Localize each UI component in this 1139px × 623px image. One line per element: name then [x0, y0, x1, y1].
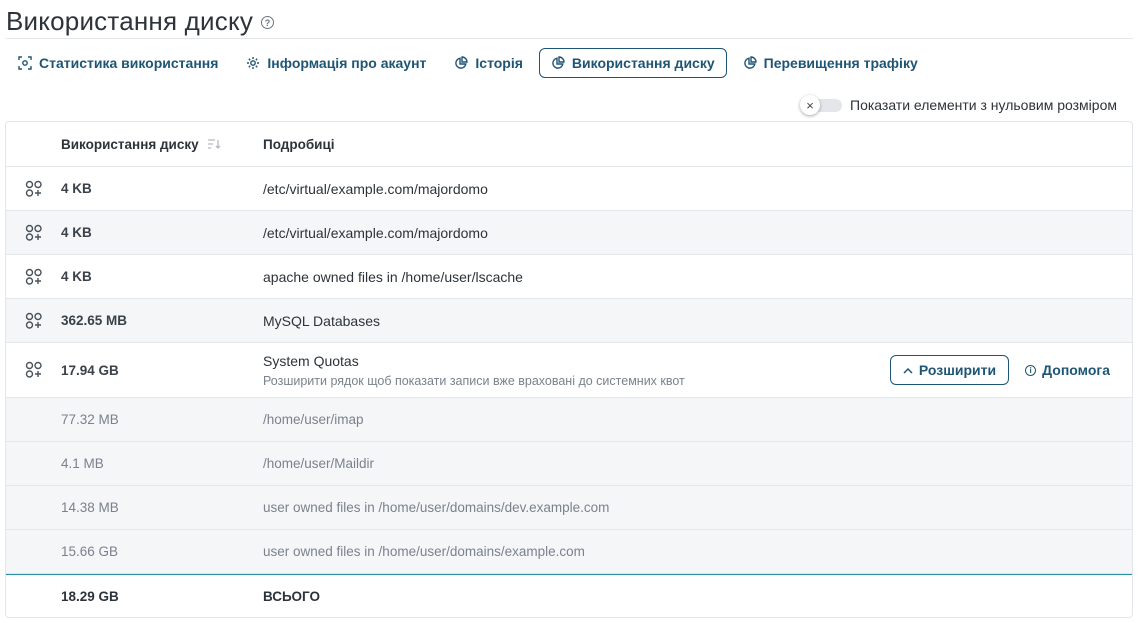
total-size: 18.29 GB	[61, 589, 119, 604]
quota-title: System Quotas	[263, 352, 359, 369]
quota-actions: Розширити i Допомога	[889, 355, 1110, 385]
quota-description: Розширити рядок щоб показати записи вже …	[263, 373, 685, 388]
expand-button-label: Розширити	[918, 362, 997, 378]
column-header-size-label: Використання диску	[61, 136, 199, 152]
disk-usage-table: Використання диску Подробиці 4 KB /etc/v…	[5, 121, 1133, 618]
zero-size-toggle[interactable]: ×	[800, 95, 842, 115]
tab-label: Використання диску	[571, 55, 715, 71]
close-icon: ×	[800, 95, 820, 115]
size-cell: 4 KB	[61, 269, 92, 284]
size-cell: 4 KB	[61, 181, 92, 196]
detail-cell: apache owned files in /home/user/lscache	[263, 268, 523, 285]
help-link-label: Допомога	[1042, 362, 1110, 378]
size-cell: 4.1 MB	[61, 456, 104, 471]
table-row: 4 KB /etc/virtual/example.com/majordomo	[6, 167, 1132, 211]
pie-chart-icon	[743, 56, 757, 69]
zero-size-toggle-row: × Показати елементи з нульовим розміром	[800, 94, 1117, 116]
tab-history[interactable]: Історія	[442, 48, 535, 78]
detail-cell: user owned files in /home/user/domains/d…	[263, 500, 610, 515]
size-cell: 17.94 GB	[61, 362, 119, 378]
page-title: Використання диску	[6, 5, 254, 36]
tab-label: Історія	[475, 55, 523, 71]
expand-button[interactable]: Розширити	[889, 355, 1010, 385]
total-label: ВСЬОГО	[263, 589, 320, 604]
pie-chart-icon	[552, 56, 565, 69]
toggle-label: Показати елементи з нульовим розміром	[850, 97, 1117, 113]
tab-label: Перевищення трафіку	[763, 55, 918, 71]
sub-row: 4.1 MB /home/user/Maildir	[6, 442, 1132, 486]
column-header-details: Подробиці	[263, 136, 335, 152]
system-quotas-row: 17.94 GB System Quotas Розширити рядок щ…	[6, 343, 1132, 398]
pie-chart-icon	[455, 56, 469, 69]
detail-cell: System Quotas Розширити рядок щоб показа…	[263, 353, 1132, 388]
help-link[interactable]: i Допомога	[1025, 362, 1110, 378]
info-icon: i	[1025, 364, 1037, 376]
detail-cell: /etc/virtual/example.com/majordomo	[263, 180, 488, 197]
size-cell: 15.66 GB	[61, 544, 119, 559]
chevron-up-icon	[903, 367, 913, 374]
detail-cell: /etc/virtual/example.com/majordomo	[263, 224, 488, 241]
tab-usage-statistics[interactable]: Статистика використання	[6, 48, 230, 78]
add-to-group-icon[interactable]	[6, 224, 61, 242]
total-row: 18.29 GB ВСЬОГО	[6, 574, 1132, 617]
column-header-size[interactable]: Використання диску	[61, 137, 263, 152]
table-row: 4 KB /etc/virtual/example.com/majordomo	[6, 211, 1132, 255]
size-cell: 77.32 MB	[61, 412, 119, 427]
detail-cell: /home/user/Maildir	[263, 456, 375, 471]
help-icon[interactable]: ?	[261, 16, 275, 29]
tab-disk-usage[interactable]: Використання диску	[538, 48, 727, 78]
size-cell: 4 KB	[61, 225, 92, 240]
add-to-group-icon[interactable]	[6, 268, 61, 286]
tab-traffic-overage[interactable]: Перевищення трафіку	[731, 48, 930, 78]
gear-icon	[247, 57, 260, 69]
page-header: Використання диску ?	[6, 4, 1133, 39]
sub-row: 14.38 MB user owned files in /home/user/…	[6, 486, 1132, 530]
table-header: Використання диску Подробиці	[6, 122, 1132, 167]
add-to-group-icon[interactable]	[6, 180, 61, 198]
sort-icon[interactable]	[207, 138, 221, 150]
tab-label: Інформація про акаунт	[267, 55, 427, 71]
sub-row: 77.32 MB /home/user/imap	[6, 398, 1132, 442]
size-cell: 362.65 MB	[61, 313, 128, 328]
add-to-group-icon[interactable]	[6, 361, 61, 379]
table-row: 362.65 MB MySQL Databases	[6, 299, 1132, 343]
tab-bar: Статистика використання Інформація про а…	[6, 48, 930, 78]
quota-text: System Quotas Розширити рядок щоб показа…	[263, 353, 685, 388]
detail-cell: /home/user/imap	[263, 412, 364, 427]
tab-account-info[interactable]: Інформація про акаунт	[234, 48, 438, 78]
tab-label: Статистика використання	[39, 55, 219, 71]
detail-cell: user owned files in /home/user/domains/e…	[263, 544, 585, 559]
size-cell: 14.38 MB	[61, 500, 119, 515]
sub-row: 15.66 GB user owned files in /home/user/…	[6, 530, 1132, 574]
detail-cell: MySQL Databases	[263, 312, 380, 329]
stats-icon	[18, 56, 32, 70]
table-row: 4 KB apache owned files in /home/user/ls…	[6, 255, 1132, 299]
add-to-group-icon[interactable]	[6, 312, 61, 330]
